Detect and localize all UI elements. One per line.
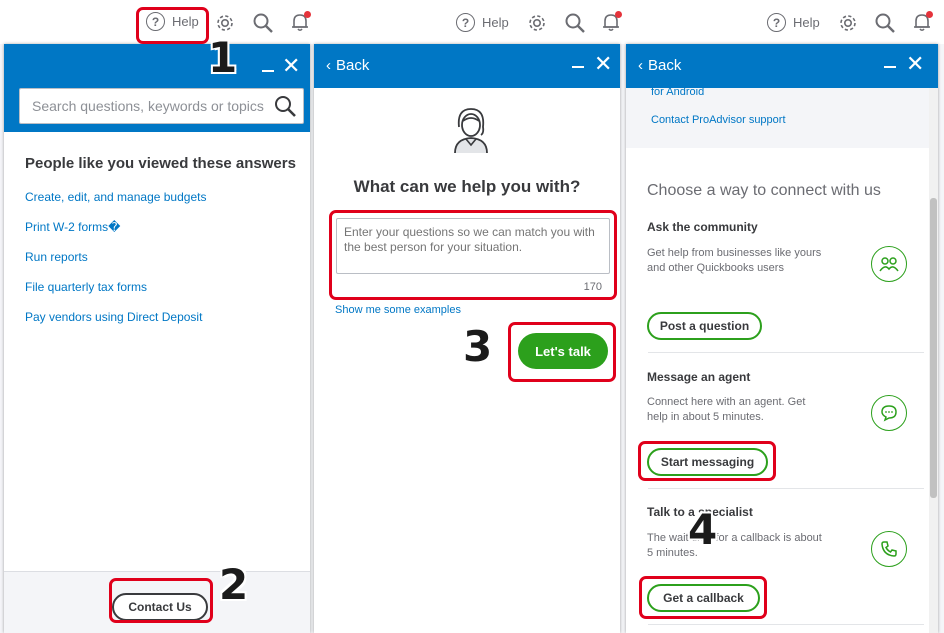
proadvisor-support-link[interactable]: Contact ProAdvisor support: [651, 114, 786, 126]
search-button-2[interactable]: [564, 12, 586, 34]
answer-link-w2[interactable]: Print W-2 forms�: [25, 220, 120, 234]
step-number-4: 4: [688, 505, 718, 554]
help-label: Help: [793, 15, 820, 30]
chevron-left-icon: ‹: [326, 57, 331, 74]
notification-dot: [304, 11, 311, 18]
minimize-icon[interactable]: [262, 58, 274, 72]
search-input[interactable]: [32, 98, 272, 114]
settings-button-2[interactable]: [527, 13, 547, 33]
help-panel-search: ✕ People like you viewed these answers C…: [4, 44, 310, 633]
search-button[interactable]: [252, 12, 274, 34]
back-label: Back: [648, 57, 682, 74]
scrollbar[interactable]: [929, 88, 938, 633]
minimize-icon[interactable]: [572, 54, 584, 68]
divider: [648, 488, 924, 489]
chevron-left-icon: ‹: [638, 57, 643, 74]
answer-link-reports[interactable]: Run reports: [25, 250, 88, 264]
message-title: Message an agent: [647, 370, 751, 384]
search-icon[interactable]: [273, 94, 297, 118]
notifications-button[interactable]: [291, 11, 311, 32]
gear-icon: [840, 15, 856, 31]
back-button[interactable]: ‹ Back: [638, 57, 681, 74]
panel-header: ‹ Back ✕: [626, 44, 938, 88]
agent-avatar-icon: [454, 108, 488, 154]
show-examples-link[interactable]: Show me some examples: [335, 304, 461, 316]
search-icon: [253, 13, 273, 33]
notifications-button-2[interactable]: [602, 11, 622, 32]
search-icon: [875, 13, 895, 33]
highlight-help: [136, 7, 209, 44]
help-menu-button-3[interactable]: ? Help: [767, 13, 820, 32]
help-menu-button-2[interactable]: ? Help: [456, 13, 509, 32]
android-link[interactable]: for Android: [651, 86, 704, 98]
answer-link-tax-forms[interactable]: File quarterly tax forms: [25, 280, 147, 294]
help-circle-icon: ?: [456, 13, 475, 32]
specialist-desc: The wait time for a callback is about 5 …: [647, 532, 822, 559]
people-viewed-title: People like you viewed these answers: [25, 155, 296, 172]
close-icon[interactable]: ✕: [282, 55, 300, 77]
divider: [648, 352, 924, 353]
help-circle-icon: ?: [767, 13, 786, 32]
close-icon[interactable]: ✕: [594, 53, 612, 75]
back-label: Back: [336, 57, 370, 74]
help-question-title: What can we help you with?: [353, 177, 581, 196]
notifications-button-3[interactable]: [913, 11, 933, 32]
message-desc: Connect here with an agent. Get help in …: [647, 396, 806, 423]
phone-icon: [871, 531, 907, 567]
notification-dot: [615, 11, 622, 18]
highlight-contact-us: [109, 578, 213, 623]
links-area: for Android Contact ProAdvisor support: [626, 86, 929, 148]
search-icon: [565, 13, 585, 33]
minimize-icon[interactable]: [884, 54, 896, 68]
settings-button-3[interactable]: [838, 13, 858, 33]
help-label: Help: [482, 15, 509, 30]
step-number-2: 2: [219, 560, 249, 609]
step-number-1: 1: [208, 33, 238, 82]
step-number-3: 3: [463, 322, 493, 371]
topbar-2: ? Help: [314, 0, 625, 44]
search-button-3[interactable]: [874, 12, 896, 34]
community-title: Ask the community: [647, 220, 758, 234]
community-desc: Get help from businesses like yours and …: [647, 247, 822, 274]
scrollbar-thumb[interactable]: [930, 198, 937, 498]
gear-icon: [217, 15, 233, 31]
help-panel-connect: ‹ Back ✕ for Android Contact ProAdvisor …: [626, 44, 938, 633]
close-icon[interactable]: ✕: [906, 53, 924, 75]
chat-bubble-icon: [871, 395, 907, 431]
post-question-button[interactable]: Post a question: [647, 312, 762, 340]
settings-button[interactable]: [215, 13, 235, 33]
back-button[interactable]: ‹ Back: [326, 57, 369, 74]
connect-title: Choose a way to connect with us: [647, 182, 881, 199]
highlight-lets-talk: [508, 322, 616, 382]
answer-link-budgets[interactable]: Create, edit, and manage budgets: [25, 190, 206, 204]
community-icon: [871, 246, 907, 282]
gear-icon: [529, 15, 545, 31]
panel-header: ‹ Back ✕: [314, 44, 620, 88]
notification-dot: [926, 11, 933, 18]
topbar-3: ? Help: [625, 0, 944, 44]
highlight-get-callback: [639, 576, 767, 619]
answer-link-direct-deposit[interactable]: Pay vendors using Direct Deposit: [25, 310, 202, 324]
search-box: [19, 88, 304, 124]
highlight-start-messaging: [638, 441, 776, 481]
panel-header: ✕: [4, 44, 310, 132]
divider: [648, 624, 924, 625]
highlight-question-box: [329, 210, 617, 300]
